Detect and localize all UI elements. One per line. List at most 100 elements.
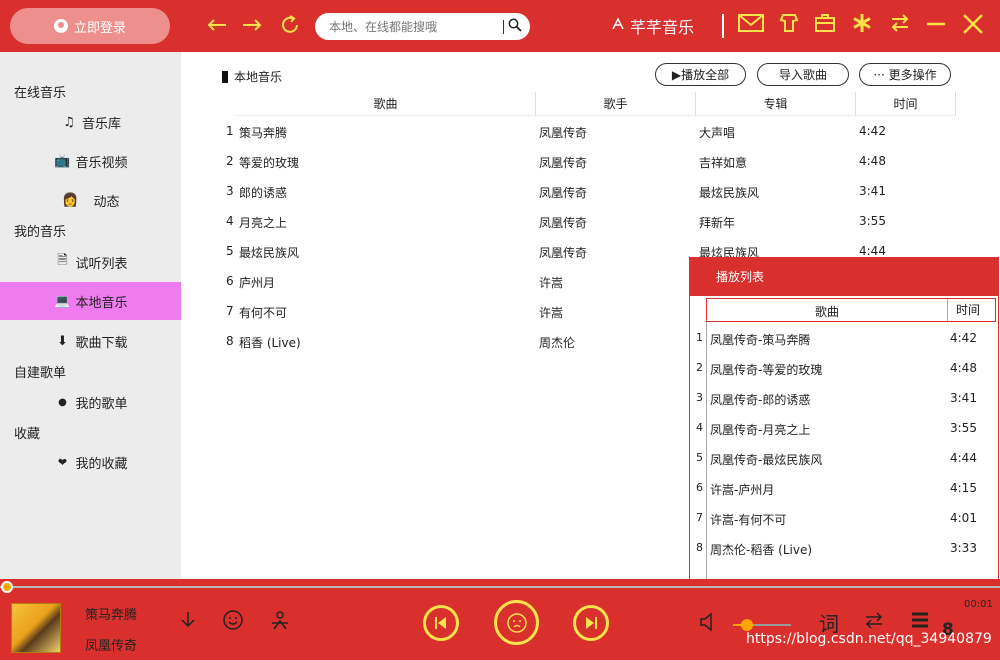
sidebar-item-local-music[interactable]: 💻 本地音乐 xyxy=(0,282,181,320)
sidebar-item-music-library[interactable]: ♫ 音乐库 xyxy=(0,103,181,141)
sidebar-item-my-favorites[interactable]: ❤ 我的收藏 xyxy=(0,443,181,481)
playlist-row-title: 许嵩-庐州月 xyxy=(710,483,775,497)
row-artist: 许嵩 xyxy=(539,306,564,320)
skin-icon[interactable] xyxy=(775,12,803,40)
column-header-time[interactable]: 时间 xyxy=(856,92,956,116)
user-avatar-icon xyxy=(53,19,68,33)
playlist-row-number: 3 xyxy=(696,391,703,404)
row-artist: 凤凰传奇 xyxy=(539,216,588,230)
playlist-row[interactable]: 3 凤凰传奇-郎的诱惑 3:41 xyxy=(690,384,998,414)
row-song: 等爱的玫瑰 xyxy=(239,156,300,170)
playlist-row[interactable]: 7 许嵩-有何不可 4:01 xyxy=(690,504,998,534)
column-header-song[interactable]: 歌曲 xyxy=(236,92,536,116)
volume-icon[interactable] xyxy=(694,611,724,641)
row-artist: 凤凰传奇 xyxy=(539,126,588,140)
watermark-text: https://blog.csdn.net/qq_34940879 xyxy=(746,631,992,647)
sidebar-item-trial-list[interactable]: 🗎 试听列表 xyxy=(0,243,181,281)
refresh-icon[interactable] xyxy=(276,12,304,40)
row-song: 策马奔腾 xyxy=(239,126,288,140)
playlist-header-song[interactable]: 歌曲 xyxy=(815,303,839,320)
share-person-icon[interactable] xyxy=(265,609,295,639)
sidebar: 在线音乐 ♫ 音乐库 📺 音乐视频 👩 动态 我的音乐 🗎 试听列表 💻 本地音… xyxy=(0,52,181,579)
playlist-row[interactable]: 1 凤凰传奇-策马奔腾 4:42 xyxy=(690,324,998,354)
previous-track-icon[interactable] xyxy=(423,605,459,641)
row-number: 1 xyxy=(226,124,234,138)
table-row[interactable]: 2 等爱的玫瑰 凤凰传奇 吉祥如意 4:48 xyxy=(221,147,961,177)
playlist-row-time: 4:48 xyxy=(950,361,977,375)
login-button[interactable]: 立即登录 xyxy=(10,8,170,44)
tv-icon: 📺 xyxy=(54,153,71,169)
row-time: 4:44 xyxy=(859,244,886,258)
playlist-title: 播放列表 xyxy=(690,258,998,296)
search-icon[interactable] xyxy=(508,18,522,35)
playlist-row[interactable]: 2 凤凰传奇-等爱的玫瑰 4:48 xyxy=(690,354,998,384)
smile-icon[interactable] xyxy=(218,609,248,639)
current-song-title: 策马奔腾 xyxy=(85,608,138,623)
playlist-row-title: 凤凰传奇-最炫民族风 xyxy=(710,453,823,467)
more-actions-button[interactable]: ··· 更多操作 xyxy=(859,63,951,86)
row-album: 吉祥如意 xyxy=(699,156,748,170)
playlist-row[interactable]: 6 许嵩-庐州月 4:15 xyxy=(690,474,998,504)
close-icon[interactable] xyxy=(959,12,987,40)
briefcase-icon[interactable] xyxy=(811,12,839,40)
table-row[interactable]: 4 月亮之上 凤凰传奇 拜新年 3:55 xyxy=(221,207,961,237)
forward-arrow-icon[interactable] xyxy=(238,12,266,40)
sidebar-item-my-playlist[interactable]: ● 我的歌单 xyxy=(0,383,181,421)
switch-mode-icon[interactable] xyxy=(886,12,914,40)
sidebar-item-label: 本地音乐 xyxy=(75,295,128,311)
dot-icon: ● xyxy=(58,396,67,408)
album-cover[interactable] xyxy=(11,603,61,653)
playlist-header-time[interactable]: 时间 xyxy=(947,299,980,321)
row-album: 拜新年 xyxy=(699,216,736,230)
volume-handle[interactable] xyxy=(741,619,753,631)
playlist-row-time: 4:15 xyxy=(950,481,977,495)
sidebar-item-label: 音乐库 xyxy=(81,116,121,132)
sidebar-item-label: 歌曲下载 xyxy=(75,335,128,351)
app-title: 芊芊音乐 xyxy=(610,14,694,38)
playlist-panel: 播放列表 歌曲 时间 1 凤凰传奇-策马奔腾 4:42 2 凤凰传奇-等爱的玫瑰 4:48… xyxy=(689,257,999,597)
search-input[interactable] xyxy=(329,19,499,34)
playlist-row[interactable]: 4 凤凰传奇-月亮之上 3:55 xyxy=(690,414,998,444)
row-artist: 许嵩 xyxy=(539,276,564,290)
play-all-button[interactable]: ▶播放全部 xyxy=(655,63,746,86)
row-album: 大声唱 xyxy=(699,126,736,140)
row-song: 最炫民族风 xyxy=(239,246,300,260)
row-time: 4:42 xyxy=(859,124,886,138)
back-arrow-icon[interactable] xyxy=(203,12,231,40)
playlist-row-title: 凤凰传奇-等爱的玫瑰 xyxy=(710,363,823,377)
import-songs-button[interactable]: 导入歌曲 xyxy=(757,63,849,86)
sidebar-item-label: 动态 xyxy=(93,194,120,210)
playlist-row[interactable]: 5 凤凰传奇-最炫民族风 4:44 xyxy=(690,444,998,474)
sidebar-item-label: 试听列表 xyxy=(75,256,128,272)
row-number: 2 xyxy=(226,154,234,168)
next-track-icon[interactable] xyxy=(573,605,609,641)
row-song: 月亮之上 xyxy=(239,216,288,230)
progress-bar[interactable] xyxy=(0,586,1000,588)
table-row[interactable]: 3 郎的诱惑 凤凰传奇 最炫民族风 3:41 xyxy=(221,177,961,207)
mail-icon[interactable] xyxy=(737,12,765,40)
settings-star-icon[interactable] xyxy=(848,12,876,40)
column-header-artist[interactable]: 歌手 xyxy=(536,92,696,116)
row-song: 有何不可 xyxy=(239,306,288,320)
music-note-icon: ♫ xyxy=(63,114,75,130)
row-artist: 凤凰传奇 xyxy=(539,156,588,170)
playlist-row-number: 2 xyxy=(696,361,703,374)
minimize-icon[interactable] xyxy=(922,12,950,40)
playlist-row-title: 凤凰传奇-策马奔腾 xyxy=(710,333,811,347)
column-header-album[interactable]: 专辑 xyxy=(696,92,856,116)
table-row[interactable]: 1 策马奔腾 凤凰传奇 大声唱 4:42 xyxy=(221,117,961,147)
sidebar-item-music-video[interactable]: 📺 音乐视频 xyxy=(0,142,181,180)
playlist-row[interactable]: 8 周杰伦-稻香 (Live) 3:33 xyxy=(690,534,998,564)
progress-handle[interactable] xyxy=(1,581,13,593)
row-number: 4 xyxy=(226,214,234,228)
row-number: 3 xyxy=(226,184,234,198)
section-marker xyxy=(222,70,228,83)
row-number: 6 xyxy=(226,274,234,288)
sidebar-item-feed[interactable]: 👩 动态 xyxy=(0,181,181,219)
download-song-icon[interactable] xyxy=(173,609,203,639)
playlist-row-number: 8 xyxy=(696,541,703,554)
play-pause-icon[interactable] xyxy=(494,600,539,645)
title-bar: 立即登录 芊芊音乐 xyxy=(0,0,1000,52)
app-logo-icon xyxy=(610,16,626,36)
sidebar-item-downloads[interactable]: ⬇ 歌曲下载 xyxy=(0,322,181,360)
